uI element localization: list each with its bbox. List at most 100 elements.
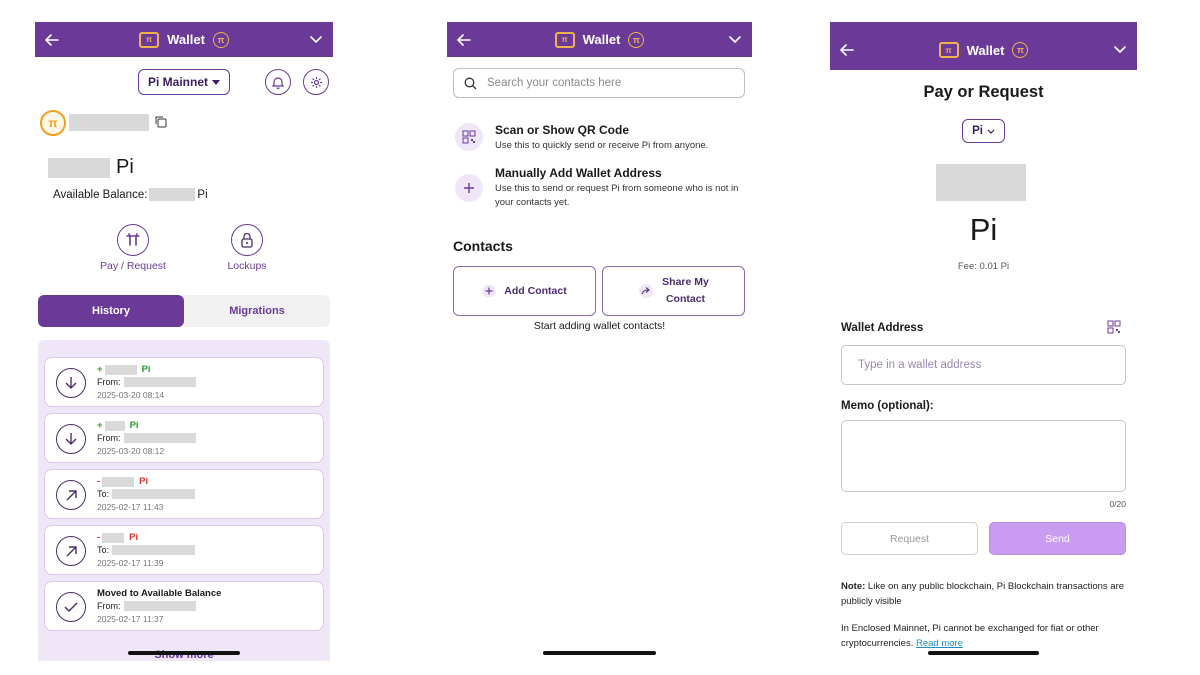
redacted-amount bbox=[102, 532, 125, 543]
home-indicator bbox=[928, 651, 1039, 655]
memo-input[interactable] bbox=[841, 420, 1126, 492]
header-title-group[interactable]: π Wallet π bbox=[139, 31, 229, 48]
request-button[interactable]: Request bbox=[841, 522, 978, 555]
wallet-address-label: Wallet Address bbox=[841, 322, 924, 334]
pi-coin-icon: π bbox=[628, 31, 645, 48]
back-arrow-icon[interactable] bbox=[41, 29, 63, 51]
share-contact-button[interactable]: Share My Contact bbox=[602, 266, 745, 316]
back-arrow-icon[interactable] bbox=[836, 39, 858, 61]
pay-request-button[interactable]: Pay / Request bbox=[93, 224, 173, 272]
redacted-amount bbox=[104, 364, 137, 375]
scan-qr-option[interactable]: Scan or Show QR Code Use this to quickly… bbox=[453, 123, 747, 159]
pay-request-label: Pay / Request bbox=[100, 260, 166, 272]
tab-history[interactable]: History bbox=[38, 295, 184, 327]
amount-unit: Pi bbox=[129, 420, 139, 431]
pi-coin-icon: π bbox=[1012, 42, 1029, 58]
header-title: Wallet bbox=[167, 32, 205, 47]
timestamp: 2025-02-17 11:39 bbox=[97, 558, 164, 568]
available-label: Available Balance: bbox=[53, 188, 148, 201]
chevron-down-icon[interactable] bbox=[724, 29, 746, 51]
party-label: From: bbox=[97, 601, 121, 611]
plus-icon bbox=[455, 174, 483, 202]
redacted-amount bbox=[102, 476, 135, 487]
party-label: From: bbox=[97, 377, 121, 387]
currency-label: Pi bbox=[972, 125, 983, 137]
arrow-down-icon bbox=[56, 368, 86, 398]
pay-request-panel: π Wallet π Pay or Request Pi Pi Fee: 0.0… bbox=[830, 0, 1137, 675]
scan-title: Scan or Show QR Code bbox=[495, 123, 630, 137]
party-label: To: bbox=[97, 489, 110, 499]
send-button[interactable]: Send bbox=[989, 522, 1126, 555]
empty-contacts-text: Start adding wallet contacts! bbox=[533, 320, 666, 332]
add-contact-label: Add Contact bbox=[504, 284, 567, 297]
network-select[interactable]: Pi Mainnet bbox=[138, 69, 230, 95]
memo-counter: 0/20 bbox=[1109, 499, 1126, 509]
redacted-balance bbox=[48, 157, 110, 178]
redacted-amount bbox=[936, 164, 1026, 201]
add-contact-button[interactable]: Add Contact bbox=[453, 266, 596, 316]
redacted-party bbox=[123, 377, 196, 387]
list-item[interactable]: + Pi From: 2025-03-20 08:14 bbox=[44, 357, 324, 407]
note-text: Like on any public blockchain, Pi Blockc… bbox=[841, 581, 1125, 607]
lockups-label: Lockups bbox=[227, 260, 267, 272]
total-balance: Pi bbox=[48, 156, 134, 179]
amount-unit: Pi bbox=[141, 364, 151, 375]
notifications-button[interactable] bbox=[265, 69, 291, 95]
amount-sign: - bbox=[97, 532, 101, 543]
top-bar: π Wallet π bbox=[447, 22, 752, 57]
manual-desc: Use this to send or request Pi from some… bbox=[495, 183, 739, 208]
back-arrow-icon[interactable] bbox=[453, 29, 475, 51]
bell-icon bbox=[272, 76, 284, 89]
contacts-panel: π Wallet π Scan or Show QR Code Use this… bbox=[447, 0, 752, 675]
chevron-down-icon bbox=[987, 129, 995, 134]
chevron-down-icon[interactable] bbox=[305, 29, 327, 51]
wallet-logo-icon: π bbox=[139, 31, 160, 48]
home-indicator bbox=[128, 651, 240, 655]
read-more-link[interactable]: Read more bbox=[916, 638, 963, 649]
redacted-party bbox=[123, 601, 196, 611]
amount-sign: + bbox=[97, 420, 103, 431]
header-title: Wallet bbox=[582, 32, 621, 47]
fee-label: Fee: bbox=[957, 261, 977, 272]
qr-scan-icon[interactable] bbox=[1107, 320, 1121, 339]
history-list: + Pi From: 2025-03-20 08:14 + Pi From: 202… bbox=[38, 340, 330, 661]
amount-sign: - bbox=[97, 476, 101, 487]
manual-address-option[interactable]: Manually Add Wallet Address Use this to … bbox=[453, 166, 747, 216]
pi-coin-icon: π bbox=[212, 31, 229, 48]
share-icon bbox=[639, 284, 654, 298]
amount-unit: Pi bbox=[129, 532, 139, 543]
wallet-address-input[interactable] bbox=[841, 345, 1126, 385]
list-item[interactable]: Moved to Available Balance From: 2025-02… bbox=[44, 581, 324, 631]
contacts-heading: Contacts bbox=[453, 238, 513, 254]
wallet-home-panel: π Wallet π Pi Mainnet π Pi Available Bal… bbox=[35, 0, 333, 675]
history-tabs: History Migrations bbox=[38, 295, 330, 327]
list-item[interactable]: - Pi To: 2025-02-17 11:39 bbox=[44, 525, 324, 575]
share-line-2: Contact bbox=[665, 293, 706, 305]
lockups-button[interactable]: Lockups bbox=[207, 224, 287, 272]
list-item[interactable]: - Pi To: 2025-02-17 11:43 bbox=[44, 469, 324, 519]
header-title: Wallet bbox=[966, 42, 1005, 58]
chevron-down-icon[interactable] bbox=[1109, 39, 1131, 61]
search-bar[interactable] bbox=[453, 68, 745, 98]
timestamp: 2025-02-17 11:43 bbox=[97, 502, 164, 512]
tab-migrations[interactable]: Migrations bbox=[184, 295, 330, 327]
header-title-group[interactable]: π Wallet π bbox=[554, 31, 645, 48]
share-contact-label: Share My Contact bbox=[662, 274, 709, 308]
check-icon bbox=[56, 592, 86, 622]
pi-avatar-icon: π bbox=[40, 110, 66, 136]
currency-select[interactable]: Pi bbox=[962, 119, 1005, 143]
settings-button[interactable] bbox=[303, 69, 329, 95]
enclosed-mainnet-note: In Enclosed Mainnet, Pi cannot be exchan… bbox=[841, 621, 1131, 651]
copy-icon[interactable] bbox=[155, 115, 167, 133]
header-title-group[interactable]: π Wallet π bbox=[938, 42, 1029, 58]
amount-unit: Pi bbox=[969, 212, 998, 247]
top-bar: π Wallet π bbox=[830, 22, 1137, 70]
available-balance: Available Balance: Pi bbox=[53, 188, 208, 201]
party-label: To: bbox=[97, 545, 110, 555]
search-icon bbox=[464, 77, 477, 89]
arrow-down-icon bbox=[56, 424, 86, 454]
qr-code-icon bbox=[455, 123, 483, 151]
moved-title: Moved to Available Balance bbox=[97, 588, 222, 599]
list-item[interactable]: + Pi From: 2025-03-20 08:12 bbox=[44, 413, 324, 463]
search-input[interactable] bbox=[487, 77, 727, 89]
